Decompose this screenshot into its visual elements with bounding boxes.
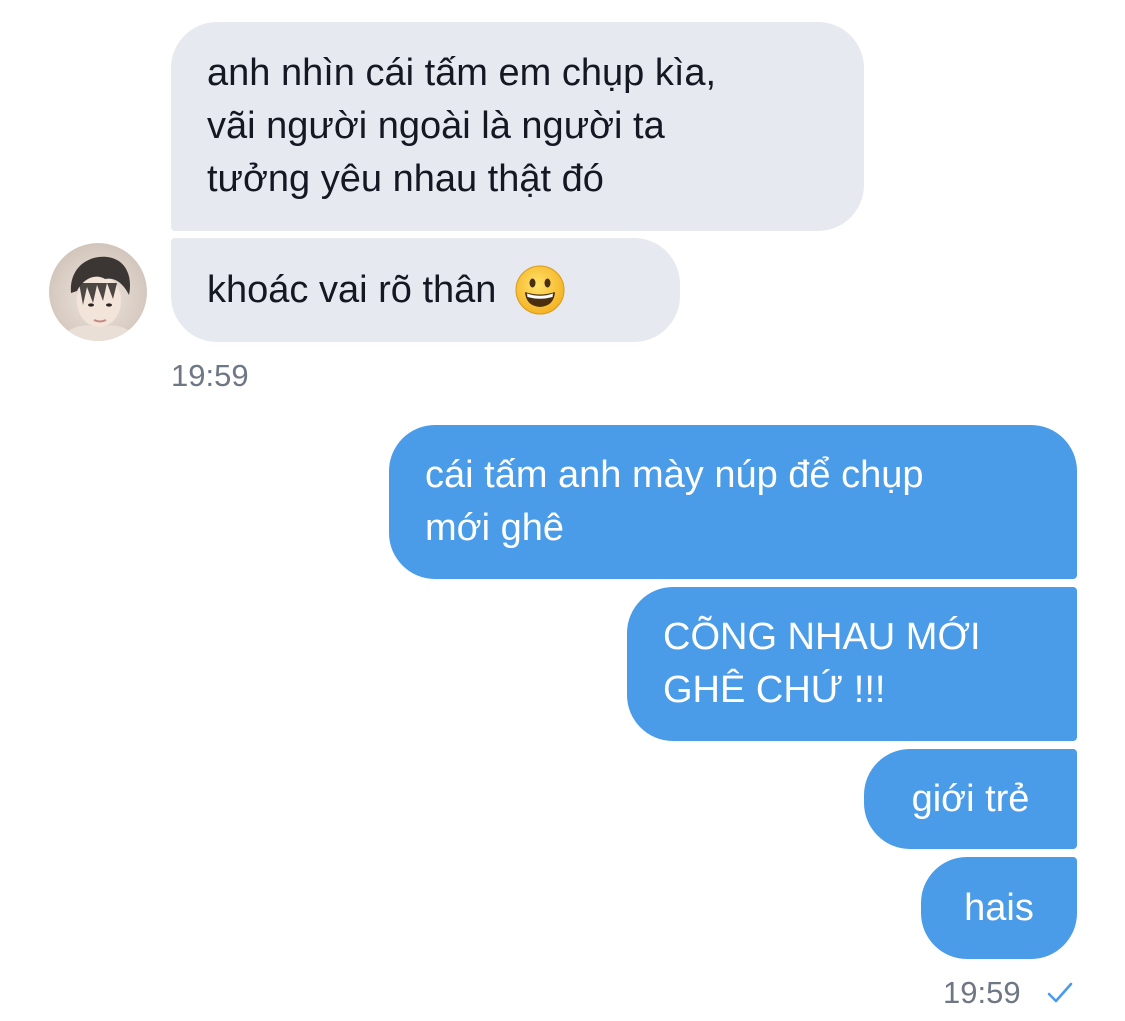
message-text: hais [964, 886, 1034, 929]
message-timestamp: 19:59 [943, 975, 1021, 1010]
avatar[interactable] [49, 243, 147, 341]
message-text: CÕNG NHAU MỚI GHÊ CHỨ !!! [663, 616, 981, 711]
message-text: giới trẻ [911, 777, 1030, 820]
message-text: cái tấm anh mày núp để chụp mới ghê [425, 454, 924, 549]
outgoing-message-bubble[interactable]: giới trẻ [864, 749, 1077, 849]
checkmark-icon [1047, 982, 1073, 1003]
incoming-message-bubble[interactable]: khoác vai rõ thân [171, 238, 680, 342]
message-text: anh nhìn cái tấm em chụp kìa, vãi người … [207, 52, 717, 200]
message-timestamp: 19:59 [171, 358, 249, 393]
incoming-message-bubble[interactable]: anh nhìn cái tấm em chụp kìa, vãi người … [171, 22, 864, 231]
outgoing-message-bubble[interactable]: cái tấm anh mày núp để chụp mới ghê [389, 425, 1077, 579]
message-text: khoác vai rõ thân [207, 268, 497, 311]
outgoing-message-bubble[interactable]: hais [921, 857, 1077, 959]
grinning-face-emoji [515, 265, 565, 315]
user-avatar-photo [49, 243, 147, 341]
outgoing-message-bubble[interactable]: CÕNG NHAU MỚI GHÊ CHỨ !!! [627, 587, 1077, 741]
